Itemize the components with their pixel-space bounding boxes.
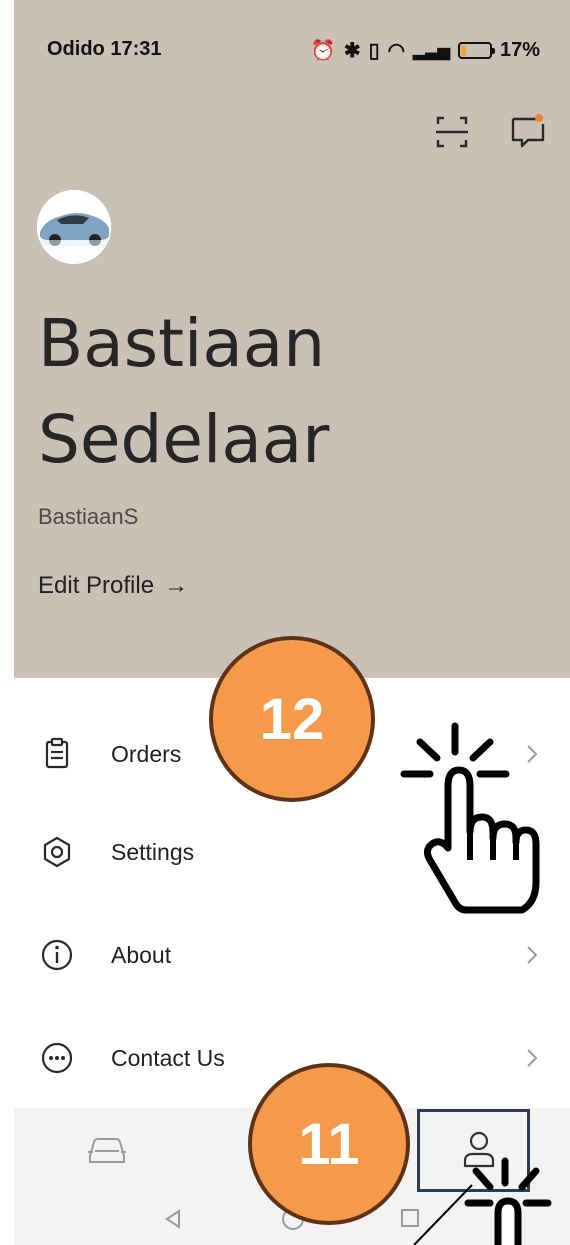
hexagon-settings-icon	[43, 836, 71, 868]
vibrate-icon: ▯	[368, 40, 380, 62]
menu-item-about[interactable]: About	[14, 920, 570, 990]
notification-dot	[535, 114, 543, 122]
profile-last-name: Sedelaar	[38, 400, 330, 478]
battery-percent: 17%	[499, 39, 540, 61]
carrier-name: Odido	[47, 38, 105, 60]
car-photo-icon	[37, 190, 111, 264]
status-bar: Odido 17:31 ⏰ ✱ ▯ ◠ ▂▃▅ 17%	[14, 0, 570, 90]
step-badge-12: 12	[209, 636, 375, 802]
phone-screen: Odido 17:31 ⏰ ✱ ▯ ◠ ▂▃▅ 17% Bastiaan Sed…	[14, 0, 570, 1245]
menu-label-settings: Settings	[111, 838, 195, 865]
profile-header: Odido 17:31 ⏰ ✱ ▯ ◠ ▂▃▅ 17% Bastiaan Sed…	[14, 0, 570, 678]
scan-icon	[436, 116, 468, 148]
step-badge-11-label: 11	[298, 1111, 360, 1177]
wifi-icon: ◠	[387, 40, 406, 62]
tap-hand-icon	[400, 722, 540, 914]
alarm-icon: ⏰	[310, 40, 336, 62]
edit-profile-label: Edit Profile	[38, 572, 155, 599]
car-icon	[88, 1138, 126, 1163]
scan-button[interactable]	[432, 112, 472, 152]
clipboard-icon	[45, 737, 69, 769]
tap-hand-icon-secondary	[413, 1157, 552, 1245]
back-icon[interactable]	[162, 1208, 184, 1230]
chevron-right-icon	[527, 1049, 538, 1067]
info-icon	[41, 939, 73, 971]
menu-label-about: About	[111, 941, 172, 968]
profile-first-name: Bastiaan	[38, 305, 326, 382]
arrow-right-icon: →	[164, 572, 189, 599]
bluetooth-icon: ✱	[343, 40, 361, 62]
messages-button[interactable]	[508, 112, 548, 152]
step-badge-12-label: 12	[259, 686, 325, 752]
menu-label-orders: Orders	[111, 740, 182, 767]
chevron-right-icon	[527, 946, 538, 964]
nav-tab-car[interactable]	[84, 1130, 130, 1170]
avatar[interactable]	[37, 190, 111, 264]
profile-username: BastiaanS	[38, 504, 139, 529]
signal-icon: ▂▃▅	[413, 42, 450, 60]
status-icons: ⏰ ✱ ▯ ◠ ▂▃▅ 17%	[311, 38, 540, 63]
menu-label-contact-us: Contact Us	[111, 1044, 225, 1071]
clock: 17:31	[110, 38, 162, 60]
step-badge-11: 11	[248, 1063, 410, 1225]
status-carrier-time: Odido 17:31	[47, 38, 161, 61]
battery-icon	[457, 42, 495, 59]
chat-dots-icon	[41, 1042, 73, 1074]
edit-profile-link[interactable]: Edit Profile →	[38, 572, 188, 600]
profile-name: Bastiaan Sedelaar	[38, 296, 538, 487]
message-icon	[511, 114, 545, 148]
